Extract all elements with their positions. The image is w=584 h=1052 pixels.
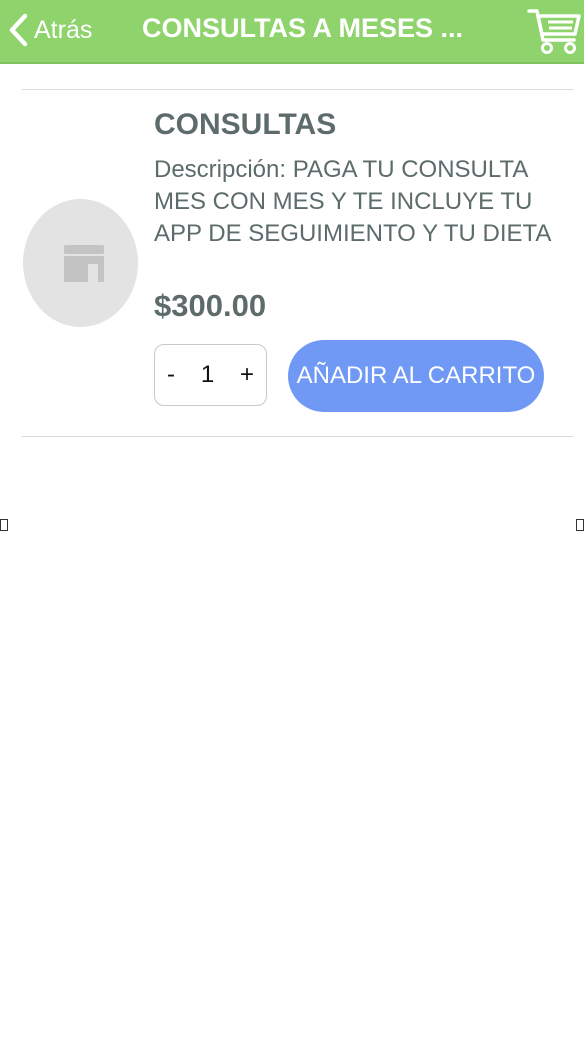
bottom-divider: [22, 436, 574, 437]
product-description: Descripción: PAGA TU CONSULTA MES CON ME…: [154, 156, 552, 247]
top-navbar: Atrás CONSULTAS A MESES ...: [0, 0, 584, 64]
product-image-placeholder: [23, 199, 138, 327]
back-button[interactable]: Atrás: [8, 10, 92, 50]
product-name: CONSULTAS: [154, 108, 337, 141]
chevron-left-icon: [8, 13, 28, 47]
top-divider: [22, 89, 574, 90]
shopping-cart-icon: [526, 9, 582, 60]
quantity-value[interactable]: 1: [201, 361, 214, 389]
back-label: Atrás: [34, 15, 93, 44]
product-price: $300.00: [154, 288, 267, 323]
quantity-decrement-button[interactable]: -: [167, 361, 175, 389]
page-title: CONSULTAS A MESES ...: [142, 13, 464, 43]
quantity-increment-button[interactable]: +: [240, 361, 254, 389]
add-to-cart-button[interactable]: AÑADIR AL CARRITO: [288, 340, 544, 412]
resize-handle-left[interactable]: [0, 519, 8, 531]
quantity-stepper: - 1 +: [154, 344, 267, 406]
resize-handle-right[interactable]: [576, 519, 584, 531]
cart-button[interactable]: [526, 4, 582, 56]
